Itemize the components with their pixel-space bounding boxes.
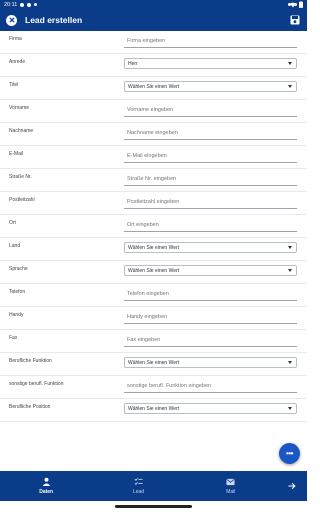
more-actions-button[interactable]: •••	[279, 443, 300, 464]
field-label: Sprache	[9, 266, 28, 272]
home-indicator[interactable]	[115, 505, 192, 508]
form-row-land: Land Wählen Sie einen Wert	[0, 238, 307, 261]
nav-label: Daten	[39, 489, 54, 495]
field-label: Nachname	[9, 128, 34, 134]
system-navigation-bar	[0, 501, 307, 512]
field-label: Berufliche Funktion	[9, 358, 52, 364]
form-row-handy: Handy	[0, 307, 307, 330]
status-bar: 20:11	[0, 0, 307, 9]
ort-input[interactable]	[124, 219, 297, 232]
person-icon	[42, 477, 50, 486]
nav-label: Lead	[132, 489, 145, 495]
field-label: E-Mail	[9, 151, 24, 157]
land-select[interactable]: Wählen Sie einen Wert	[124, 242, 297, 253]
bottom-navigation: Daten Lead Mail	[0, 471, 307, 501]
chevron-down-icon	[288, 62, 292, 65]
mail-icon	[226, 478, 235, 485]
status-time: 20:11	[4, 1, 18, 8]
field-label: Ort	[9, 220, 16, 226]
sprache-select[interactable]: Wählen Sie einen Wert	[124, 265, 297, 276]
chevron-down-icon	[288, 246, 292, 249]
berufliche-position-select[interactable]: Wählen Sie einen Wert	[124, 403, 297, 414]
field-label: Postleitzahl	[9, 197, 35, 203]
battery-icon	[299, 1, 303, 8]
field-label: Firma	[9, 36, 22, 42]
select-value: Wählen Sie einen Wert	[128, 244, 180, 251]
chevron-down-icon	[288, 85, 292, 88]
field-label: Fax	[9, 335, 18, 341]
arrow-right-icon	[288, 483, 296, 489]
email-input[interactable]	[124, 150, 297, 163]
wifi-icon	[290, 2, 296, 7]
field-label: Land	[9, 243, 21, 249]
form-row-firma: Firma	[0, 31, 307, 54]
dot-status-icon	[34, 3, 38, 6]
postleitzahl-input[interactable]	[124, 196, 297, 209]
form-row-anrede: Anrede Herr	[0, 54, 307, 77]
form-row-telefon: Telefon	[0, 284, 307, 307]
field-label: Straße Nr.	[9, 174, 32, 180]
field-label: Telefon	[9, 289, 26, 295]
berufliche-funktion-select[interactable]: Wählen Sie einen Wert	[124, 357, 297, 368]
firma-input[interactable]	[124, 35, 297, 48]
more-dots-icon: •••	[286, 449, 293, 458]
close-button[interactable]	[6, 14, 17, 26]
next-button[interactable]	[277, 471, 307, 501]
nav-item-lead[interactable]: Lead	[92, 471, 184, 501]
select-value: Wählen Sie einen Wert	[128, 267, 180, 274]
save-icon	[290, 15, 300, 25]
form-row-sprache: Sprache Wählen Sie einen Wert	[0, 261, 307, 284]
titel-select[interactable]: Wählen Sie einen Wert	[124, 81, 297, 92]
select-value: Wählen Sie einen Wert	[128, 83, 180, 90]
app-bar: Lead erstellen	[0, 9, 307, 31]
chevron-down-icon	[288, 407, 292, 410]
chevron-down-icon	[288, 361, 292, 364]
sonstige-funktion-input[interactable]	[124, 380, 297, 393]
telefon-input[interactable]	[124, 288, 297, 301]
strasse-input[interactable]	[124, 173, 297, 186]
form-row-nachname: Nachname	[0, 123, 307, 146]
chevron-down-icon	[288, 269, 292, 272]
field-label: Anrede	[9, 59, 26, 65]
select-value: Herr	[128, 60, 138, 67]
page-title: Lead erstellen	[25, 15, 83, 25]
fax-input[interactable]	[124, 334, 297, 347]
anrede-select[interactable]: Herr	[124, 58, 297, 69]
form-row-vorname: Vorname	[0, 100, 307, 123]
form-row-strasse: Straße Nr.	[0, 169, 307, 192]
lead-form: Firma Anrede Herr Titel Wählen Sie einen…	[0, 31, 307, 471]
nachname-input[interactable]	[124, 127, 297, 140]
vorname-input[interactable]	[124, 104, 297, 117]
select-value: Wählen Sie einen Wert	[128, 405, 180, 412]
close-icon	[9, 17, 14, 23]
nav-item-daten[interactable]: Daten	[0, 471, 92, 501]
field-label: Handy	[9, 312, 24, 318]
form-row-sonstige-funktion: sonstige berufl. Funktion	[0, 376, 307, 399]
settings-status-icon	[20, 2, 25, 7]
field-label: Vorname	[9, 105, 30, 111]
form-row-email: E-Mail	[0, 146, 307, 169]
field-label: Titel	[9, 82, 19, 88]
nav-label: Mail	[226, 488, 236, 495]
select-value: Wählen Sie einen Wert	[128, 359, 180, 366]
handy-input[interactable]	[124, 311, 297, 324]
notification-status-icon	[27, 2, 32, 7]
form-row-ort: Ort	[0, 215, 307, 238]
form-row-fax: Fax	[0, 330, 307, 353]
field-label: Berufliche Position	[9, 404, 51, 410]
checklist-icon	[134, 478, 143, 486]
form-row-titel: Titel Wählen Sie einen Wert	[0, 77, 307, 100]
save-button[interactable]	[289, 14, 301, 26]
field-label: sonstige berufl. Funktion	[9, 381, 64, 387]
form-row-postleitzahl: Postleitzahl	[0, 192, 307, 215]
form-row-berufliche-position: Berufliche Position Wählen Sie einen Wer…	[0, 399, 307, 422]
form-row-berufliche-funktion: Berufliche Funktion Wählen Sie einen Wer…	[0, 353, 307, 376]
nav-item-mail[interactable]: Mail	[185, 471, 277, 501]
